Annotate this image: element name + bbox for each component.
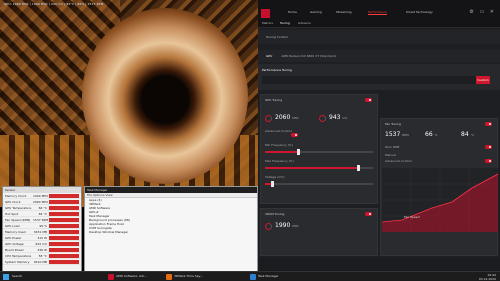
gauge-icon	[265, 115, 272, 122]
3dmark-taskbar-icon[interactable]	[166, 274, 172, 280]
perf-custom-button[interactable]: Custom	[476, 76, 490, 84]
sensor-panel: Sensor Memory Clock 1990 MHz GPU Clock 206…	[2, 186, 82, 272]
gpu-selector[interactable]: GPU AMD Radeon RX 6800 XT (Standard)	[258, 50, 500, 62]
fan-curve-graph[interactable]: Fan Speed	[382, 168, 498, 232]
max-frequency-label: Max Frequency (%)	[265, 159, 294, 163]
vram-tuning-card: VRAM Tuning 1990 MHz	[260, 208, 378, 256]
fan-curve-svg: Fan Speed	[382, 168, 498, 232]
fan-advanced-toggle[interactable]	[485, 159, 492, 163]
windows-start-icon[interactable]	[3, 274, 9, 280]
system-tray-clock[interactable]: 19:42 03.12.2020	[479, 273, 496, 281]
zero-rpm-toggle[interactable]	[485, 145, 492, 149]
advanced-control-toggle[interactable]	[291, 133, 298, 137]
subnav-advisors[interactable]: Advisors	[298, 21, 311, 25]
task-manager-taskbar-icon[interactable]	[250, 274, 256, 280]
eye-iris-image	[82, 8, 248, 184]
min-frequency-slider[interactable]	[265, 149, 373, 155]
fan-advanced-label: Advanced Control	[385, 159, 412, 163]
sensor-bar	[49, 229, 79, 234]
sensor-row: System Memory 9410 MB	[3, 259, 81, 265]
gpu-clock-readout: 2060 MHz	[275, 114, 299, 121]
task-manager-window: Task Manager File Options View Apps (4) …	[84, 186, 258, 272]
gpu-name: AMD Radeon RX 6800 XT (Standard)	[281, 54, 336, 58]
performance-tuning-panel: Performance Tuning Custom	[258, 64, 500, 90]
voltage-slider[interactable]	[265, 181, 373, 187]
zero-rpm-label: Zero RPM	[385, 145, 400, 149]
nav-home[interactable]: Home	[288, 10, 297, 14]
gpu-voltage-readout: 943 mV	[329, 114, 348, 121]
sensor-bar	[49, 211, 79, 216]
fan-rpm-readout: 1537 RPM	[385, 131, 409, 138]
sensor-bar	[49, 241, 79, 246]
subnav-metrics[interactable]: Metrics	[262, 21, 273, 25]
render-window: GPU: 2060 MHz | 1990 MHz | 943 mV | 84°C…	[0, 0, 258, 207]
manual-label: Manual	[385, 153, 396, 157]
osd-overlay: GPU: 2060 MHz | 1990 MHz | 943 mV | 84°C…	[4, 2, 104, 6]
vram-tuning-title: VRAM Tuning	[265, 212, 285, 216]
amd-software-window: Home Gaming Streaming Performance Smart …	[258, 0, 500, 271]
tuning-control-row[interactable]: Tuning Control	[258, 30, 500, 44]
amd-top-bar: Home Gaming Streaming Performance Smart …	[258, 0, 500, 28]
amd-logo-icon	[261, 9, 270, 18]
gpu-tuning-card: GPU Tuning 2060 MHz 943 mV Advanced Cont…	[260, 94, 378, 204]
sensor-bar	[49, 235, 79, 240]
gpu-tuning-title: GPU Tuning	[265, 98, 283, 102]
nav-gaming[interactable]: Gaming	[310, 10, 322, 14]
gauge-icon	[319, 115, 326, 122]
sensor-bar	[49, 259, 79, 264]
window-controls-icon[interactable]: ⚙ ▭ ✕	[469, 9, 496, 15]
vram-tuning-toggle[interactable]	[365, 212, 372, 216]
nav-performance[interactable]: Performance	[368, 10, 388, 15]
max-frequency-slider[interactable]	[265, 165, 373, 171]
gauge-icon	[265, 223, 272, 230]
sensor-bar	[49, 247, 79, 252]
windows-taskbar: Search AMD Software: Adr... 3DMark Time …	[0, 271, 500, 281]
sensor-bar	[49, 205, 79, 210]
gpu-label: GPU	[266, 54, 273, 58]
taskbar-search[interactable]: Search	[12, 274, 22, 278]
amd-footer	[258, 258, 500, 271]
process-row[interactable]: Desktop Window Manager	[85, 230, 257, 234]
tray-date: 03.12.2020	[478, 277, 496, 281]
fan-temp-readout: 84 °C	[461, 131, 475, 138]
gpu-tuning-toggle[interactable]	[365, 98, 372, 102]
sensor-bar	[49, 193, 79, 198]
fan-percent-readout: 66 %	[425, 131, 438, 138]
perf-tuning-label: Performance Tuning	[262, 68, 292, 72]
fan-curve-label: Fan Speed	[404, 215, 420, 219]
subnav-tuning[interactable]: Tuning	[280, 21, 290, 25]
min-frequency-label: Min Frequency (%)	[265, 143, 293, 147]
voltage-label: Voltage (mV)	[265, 175, 285, 179]
advanced-control-label: Advanced Control	[265, 129, 292, 133]
sensor-bar	[49, 253, 79, 258]
vram-clock-readout: 1990 MHz	[275, 222, 299, 229]
fan-tuning-toggle[interactable]	[485, 122, 492, 126]
sensor-bar	[49, 217, 79, 222]
fan-tuning-title: Fan Tuning	[385, 122, 401, 126]
amd-software-taskbar-icon[interactable]	[108, 274, 114, 280]
nav-smart-technology[interactable]: Smart Technology	[406, 10, 433, 14]
sensor-bar	[49, 199, 79, 204]
nav-streaming[interactable]: Streaming	[336, 10, 352, 14]
taskbar-amd-software[interactable]: AMD Software: Adr...	[116, 274, 147, 278]
sensor-bar	[49, 223, 79, 228]
taskbar-task-manager[interactable]: Task Manager	[258, 274, 279, 278]
taskbar-3dmark[interactable]: 3DMark Time Spy...	[174, 274, 203, 278]
perf-tuning-selector[interactable]: Custom	[262, 76, 490, 84]
